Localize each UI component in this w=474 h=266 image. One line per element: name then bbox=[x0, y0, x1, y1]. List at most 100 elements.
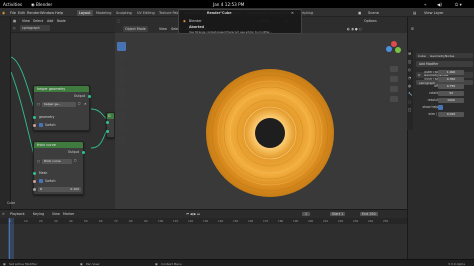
physics-tab-icon[interactable]: ◌ bbox=[408, 100, 411, 104]
network-icon[interactable]: ⌁ bbox=[424, 2, 427, 7]
view-layer-selector[interactable]: View Layer bbox=[424, 11, 444, 15]
tab-modeling[interactable]: Modeling bbox=[94, 10, 113, 16]
menu-edit[interactable]: Edit bbox=[18, 11, 25, 15]
end-frame-field[interactable]: End 250 bbox=[360, 212, 378, 216]
tab-sculpting[interactable]: Sculpting bbox=[114, 10, 134, 16]
scene-selector-icon[interactable]: ▣ bbox=[358, 11, 361, 15]
input-socket[interactable] bbox=[32, 180, 36, 183]
timeline-editor-icon[interactable]: ⏱ bbox=[2, 212, 5, 216]
menu-render[interactable]: Render bbox=[27, 11, 40, 15]
status-pan: Pan View bbox=[86, 261, 100, 266]
menu-window[interactable]: Window bbox=[40, 11, 54, 15]
node-header[interactable]: thick curve bbox=[34, 142, 83, 148]
input-socket[interactable] bbox=[32, 188, 36, 191]
start-value: 1 bbox=[341, 212, 344, 216]
options-menu[interactable]: Options bbox=[364, 18, 377, 24]
mode-selector[interactable]: Object Mode bbox=[123, 26, 148, 32]
output-socket[interactable] bbox=[81, 151, 85, 154]
viewport-shading-icon[interactable]: ◐ ◑ ● ○ bbox=[347, 26, 362, 32]
app-menu[interactable]: Blender bbox=[36, 2, 52, 7]
playback-controls[interactable]: ⏮ ◀ ▶ ⏭ bbox=[186, 212, 200, 216]
timeline-tick: 110 bbox=[173, 219, 179, 223]
render-tab-icon[interactable]: ◫ bbox=[408, 60, 411, 64]
timeline-menu-keying[interactable]: Keying bbox=[33, 212, 44, 216]
node-header[interactable]: helper geometry bbox=[34, 86, 89, 92]
menu-help[interactable]: Help bbox=[55, 11, 63, 15]
prop-inner-radius[interactable]: 0.350 bbox=[438, 76, 464, 82]
prop-offset[interactable]: 0.750 bbox=[438, 83, 464, 89]
camera-icon[interactable] bbox=[390, 86, 398, 92]
node-group-selector[interactable]: thick curve bbox=[42, 158, 72, 164]
pan-icon[interactable] bbox=[390, 76, 398, 82]
timeline-menu-view[interactable]: View bbox=[52, 212, 60, 216]
viewport-editor-type-icon[interactable]: ⬚ bbox=[117, 18, 120, 24]
output-tab-icon[interactable]: ⎙ bbox=[408, 68, 411, 72]
move-tool[interactable] bbox=[117, 66, 126, 75]
shield-icon[interactable]: ⛉ bbox=[78, 102, 80, 106]
outliner-header-icon[interactable]: ☰ bbox=[411, 27, 414, 31]
input-socket[interactable] bbox=[105, 121, 109, 124]
node-group-selector[interactable]: helper ge... bbox=[42, 101, 76, 107]
menu-file[interactable]: File bbox=[10, 11, 16, 15]
spirograph-mesh[interactable] bbox=[203, 66, 337, 200]
node-group-output[interactable]: G bbox=[105, 112, 115, 138]
annotate-tool[interactable] bbox=[117, 112, 126, 121]
prop-show-helpers-checkbox[interactable] bbox=[438, 104, 443, 110]
input-socket[interactable] bbox=[32, 172, 36, 175]
scale-tool[interactable] bbox=[117, 88, 126, 97]
add-cube-tool[interactable] bbox=[117, 136, 126, 145]
prop-outer-radius[interactable]: 1.000 bbox=[438, 69, 464, 75]
select-box-tool[interactable] bbox=[117, 42, 126, 51]
timeline-menu-marker[interactable]: Marker bbox=[63, 212, 74, 216]
start-frame-field[interactable]: Start 1 bbox=[330, 212, 346, 216]
scene-selector[interactable]: Scene bbox=[368, 11, 379, 15]
shield-icon[interactable]: ⛉ bbox=[74, 159, 76, 163]
input-socket[interactable] bbox=[105, 130, 109, 133]
view-layer-icon[interactable]: ▤ bbox=[413, 11, 416, 15]
measure-tool[interactable] bbox=[117, 123, 126, 132]
prop-resolution[interactable]: 1000 bbox=[438, 97, 464, 103]
power-icon[interactable]: ⏻ ▾ bbox=[455, 2, 462, 7]
navigation-gizmo[interactable] bbox=[384, 36, 404, 106]
timeline-header: ⏱ Playback Keying View Marker ⏮ ◀ ▶ ⏭ 1 … bbox=[0, 209, 407, 218]
switch-checkbox[interactable] bbox=[39, 123, 43, 127]
world-tab-icon[interactable]: ◍ bbox=[408, 84, 411, 88]
modifier-tab-icon[interactable]: 🔧 bbox=[408, 92, 412, 96]
node-value-field[interactable]: R 0.100 bbox=[38, 187, 81, 192]
input-socket[interactable] bbox=[32, 116, 36, 119]
activities-button[interactable]: Activities bbox=[3, 2, 22, 7]
close-icon[interactable]: ✕ bbox=[84, 102, 87, 106]
rotate-tool[interactable] bbox=[117, 77, 126, 86]
axis-y-icon[interactable] bbox=[395, 47, 401, 53]
current-frame-field[interactable]: 1 bbox=[302, 212, 311, 216]
clock[interactable]: Jan 4 12:53 PM bbox=[213, 2, 244, 7]
prop-wire-radius[interactable]: 0.015 bbox=[438, 111, 464, 117]
zoom-icon[interactable] bbox=[390, 66, 398, 72]
timeline-area[interactable] bbox=[0, 218, 407, 259]
node-helper-geometry[interactable]: helper geometry Output ▢ helper ge... ⛉ … bbox=[32, 85, 91, 131]
prop-rotations[interactable]: 34 bbox=[438, 90, 464, 96]
notification-popup[interactable]: Render"Cube ✕ ◉ Blender Aborted Use Stra… bbox=[178, 9, 302, 34]
scene-tab-icon[interactable]: ◔ bbox=[408, 76, 411, 80]
node-header[interactable]: G bbox=[107, 113, 114, 119]
axis-z-icon[interactable] bbox=[386, 46, 392, 52]
cursor-tool[interactable] bbox=[117, 53, 126, 62]
tool-tab-icon[interactable]: ⚒ bbox=[408, 52, 411, 56]
close-icon[interactable]: ✕ bbox=[291, 11, 294, 15]
timeline-menu-playback[interactable]: Playback bbox=[10, 212, 25, 216]
node-thick-curve[interactable]: thick curve Output ▢ thick curve ⛉ Mesh … bbox=[32, 141, 85, 195]
output-socket[interactable] bbox=[87, 95, 91, 98]
tab-layout[interactable]: Layout bbox=[77, 9, 93, 16]
switch-checkbox[interactable] bbox=[39, 179, 43, 183]
transform-tool[interactable] bbox=[117, 99, 126, 108]
viewport-menu-view[interactable]: View bbox=[159, 26, 167, 32]
volume-icon[interactable]: ◀) bbox=[437, 2, 442, 7]
blender-logo-icon[interactable]: ◉ bbox=[2, 11, 5, 15]
axis-x-icon[interactable] bbox=[391, 41, 397, 47]
perspective-icon[interactable] bbox=[390, 96, 398, 102]
object-tab-icon[interactable]: ▢ bbox=[408, 108, 411, 112]
playhead[interactable] bbox=[9, 218, 10, 259]
input-socket[interactable] bbox=[32, 124, 36, 127]
add-modifier-button[interactable]: Add Modifier bbox=[416, 61, 473, 67]
tab-uv-editing[interactable]: UV Editing bbox=[135, 10, 157, 16]
